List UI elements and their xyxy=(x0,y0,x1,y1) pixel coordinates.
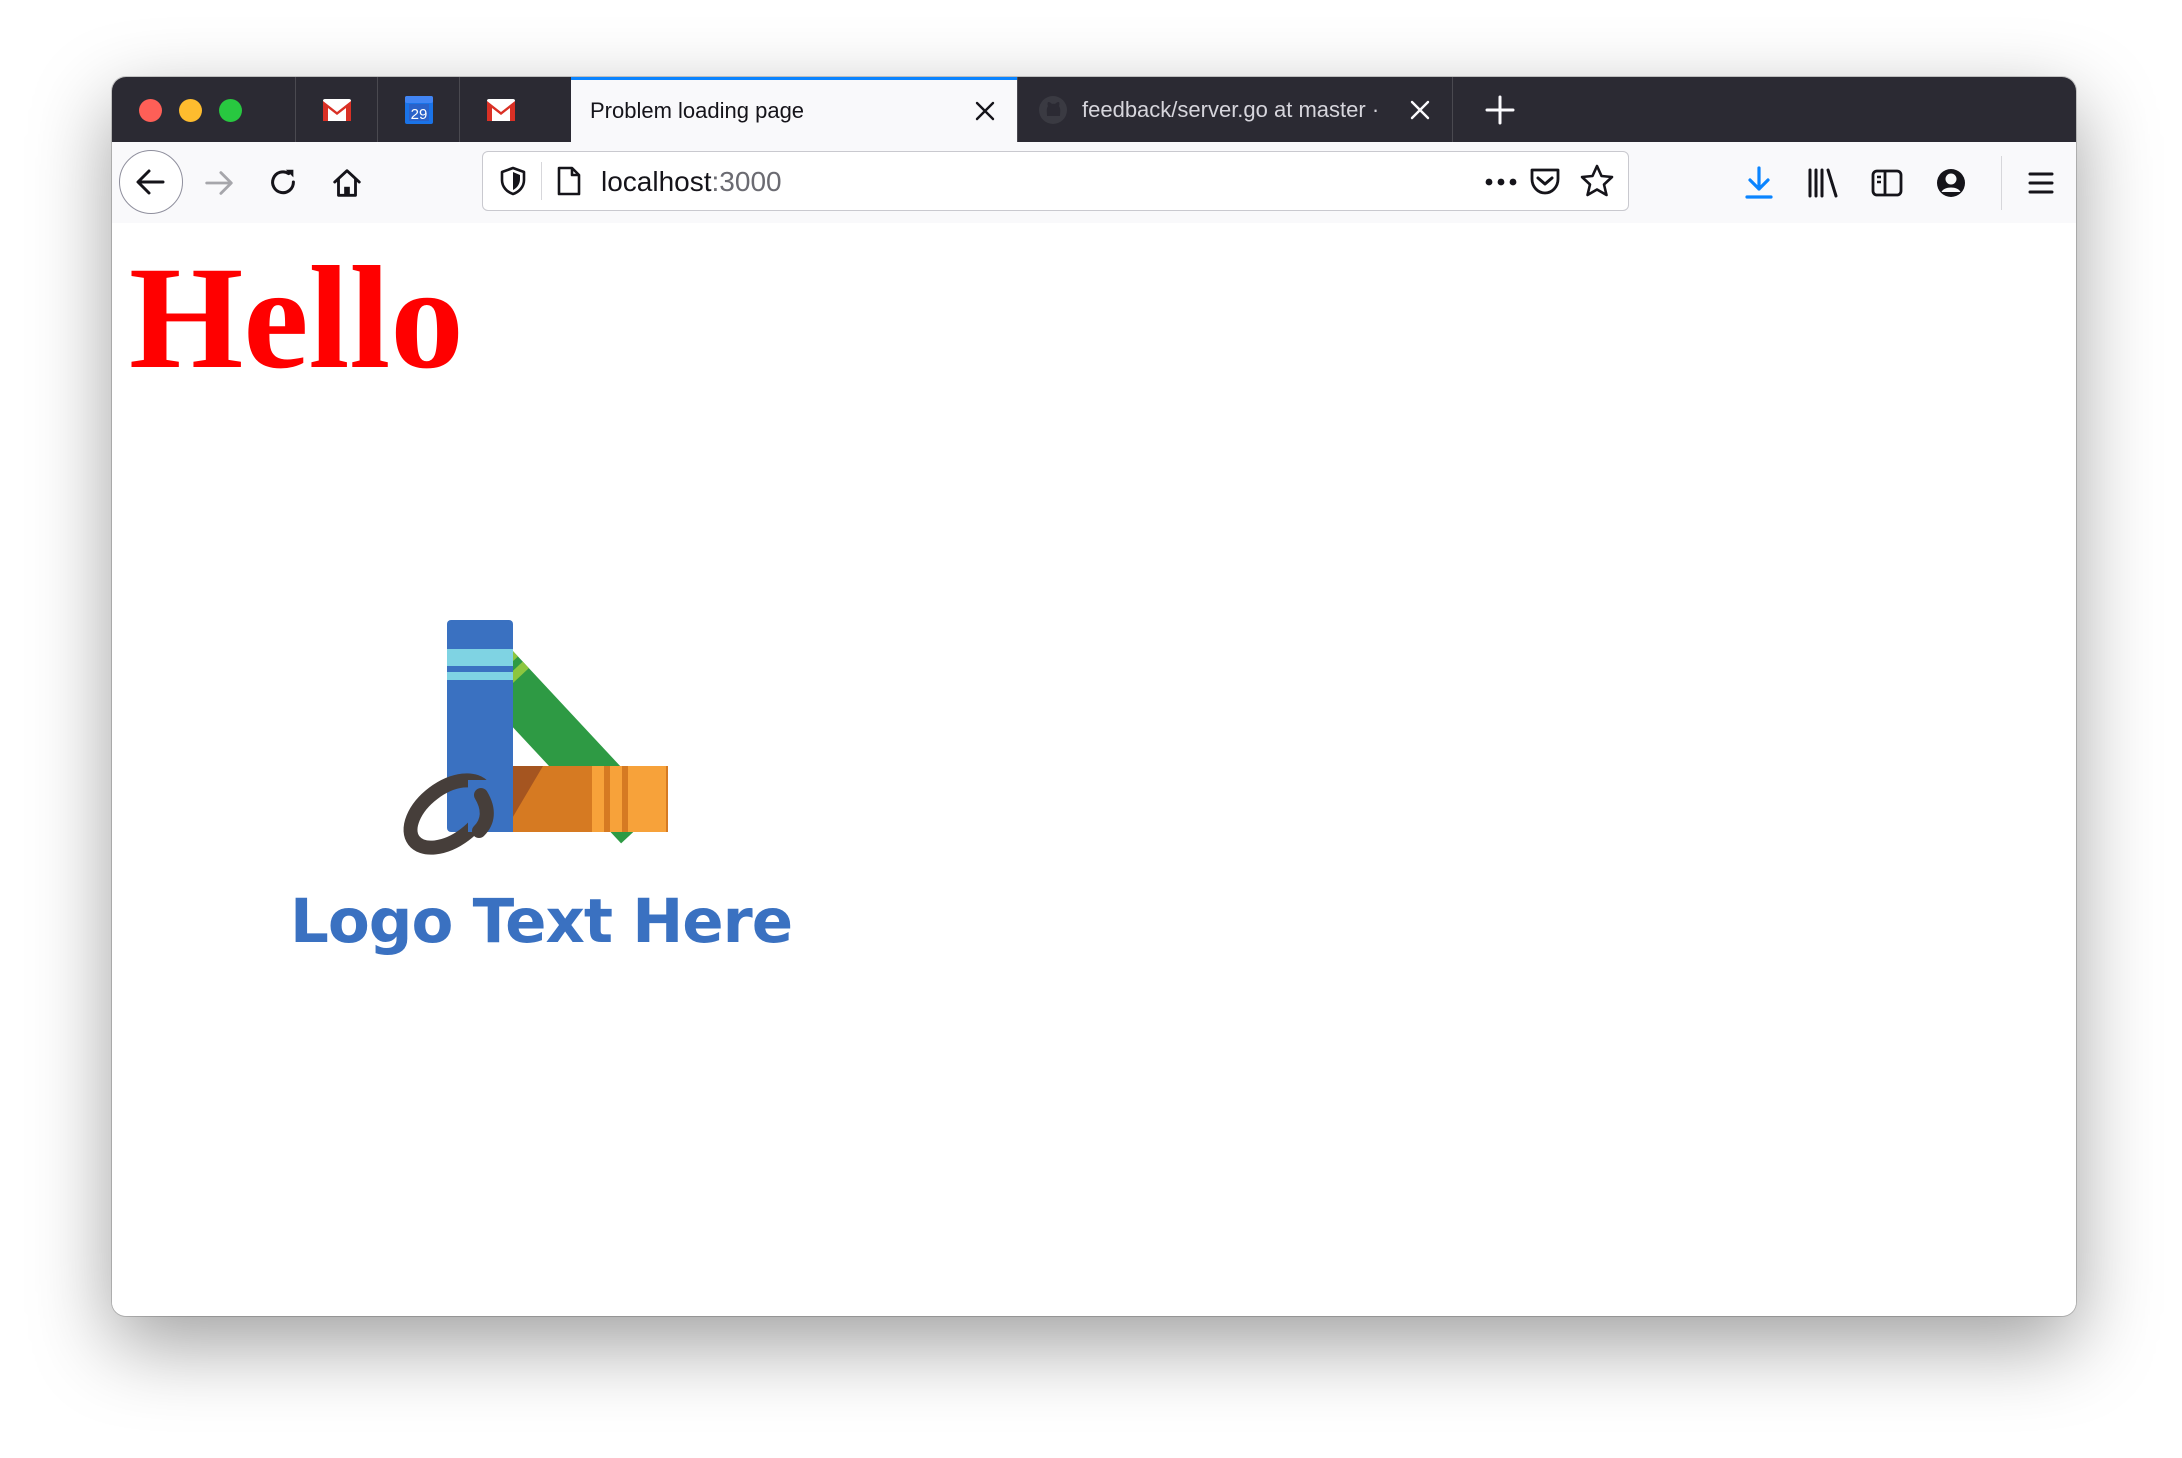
tab-title: feedback/server.go at master · xyxy=(1082,96,1380,122)
sidebar-icon xyxy=(1871,169,1903,197)
back-icon xyxy=(136,169,165,195)
back-button[interactable] xyxy=(119,150,183,214)
home-button[interactable] xyxy=(324,160,370,206)
pinned-tab-gmail[interactable] xyxy=(295,77,378,142)
shield-icon[interactable] xyxy=(499,166,527,196)
minimize-window-button[interactable] xyxy=(179,99,202,122)
logo: Logo Text Here xyxy=(198,590,793,970)
gmail-icon xyxy=(323,98,351,121)
tab-problem-loading[interactable]: Problem loading page xyxy=(571,77,1017,142)
downloads-button[interactable] xyxy=(1736,160,1782,206)
pinned-tab-gmail-2[interactable] xyxy=(459,77,542,142)
calendar-icon: 29 xyxy=(405,95,433,124)
tab-title: Problem loading page xyxy=(590,98,805,123)
download-icon xyxy=(1745,166,1773,199)
plus-icon[interactable] xyxy=(1483,93,1517,127)
menu-icon xyxy=(2028,172,2054,194)
pocket-icon[interactable] xyxy=(1528,164,1562,198)
zoom-window-button[interactable] xyxy=(219,99,242,122)
library-icon xyxy=(1808,168,1838,198)
toolbar-divider xyxy=(2001,156,2002,210)
nav-toolbar: localhost:3000 xyxy=(112,142,2076,224)
library-button[interactable] xyxy=(1800,160,1846,206)
close-icon[interactable] xyxy=(973,99,997,123)
forward-icon xyxy=(205,171,233,195)
menu-button[interactable] xyxy=(2018,160,2064,206)
close-icon[interactable] xyxy=(1408,98,1432,122)
account-button[interactable] xyxy=(1928,160,1974,206)
account-icon xyxy=(1937,169,1965,197)
reload-button[interactable] xyxy=(260,160,306,206)
logo-graphic xyxy=(403,620,668,855)
url-port: :3000 xyxy=(711,166,782,197)
calendar-day: 29 xyxy=(411,106,428,123)
url-bar[interactable]: localhost:3000 xyxy=(482,151,1629,211)
github-icon xyxy=(1039,95,1067,124)
more-icon[interactable] xyxy=(1483,170,1519,194)
url-host: localhost xyxy=(601,166,712,197)
close-window-button[interactable] xyxy=(139,99,162,122)
page-icon[interactable] xyxy=(555,165,583,197)
tab-bar: 29 Problem loading page feedback/server.… xyxy=(112,77,2076,142)
url-text[interactable]: localhost:3000 xyxy=(601,166,782,198)
home-icon xyxy=(333,169,361,197)
browser-window: 29 Problem loading page feedback/server.… xyxy=(112,77,2076,1316)
url-separator xyxy=(541,162,542,200)
page-content: Hello Logo Text Here xyxy=(112,223,2076,1316)
gmail-icon xyxy=(487,98,515,121)
reload-icon xyxy=(271,169,295,195)
tab-feedback-server[interactable]: feedback/server.go at master · xyxy=(1017,77,1453,142)
logo-text: Logo Text Here xyxy=(290,886,793,957)
pinned-tab-calendar[interactable]: 29 xyxy=(377,77,460,142)
star-icon[interactable] xyxy=(1579,163,1615,199)
forward-button[interactable] xyxy=(196,160,242,206)
page-heading: Hello xyxy=(129,236,464,399)
sidebar-button[interactable] xyxy=(1864,160,1910,206)
